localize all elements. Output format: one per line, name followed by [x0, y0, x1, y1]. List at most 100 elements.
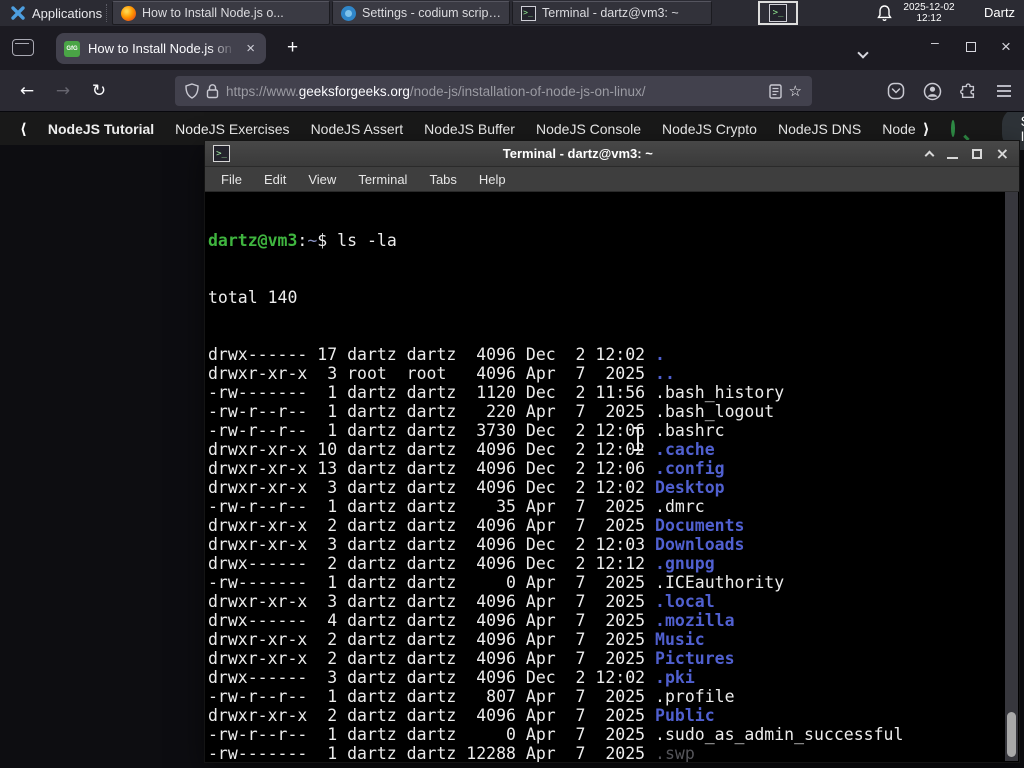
nav-scroll-left-icon[interactable]: ⟨ [20, 120, 27, 138]
taskbar-window-terminal[interactable]: >_ Terminal - dartz@vm3: ~ [512, 1, 712, 25]
terminal-scrollbar[interactable] [1005, 192, 1018, 761]
lock-icon[interactable] [206, 83, 219, 99]
terminal-line: -rw------- 1 dartz dartz 0 Apr 7 2025 .I… [208, 573, 785, 592]
nav-item-buffer[interactable]: NodeJS Buffer [424, 121, 515, 137]
terminal-command: ls -la [337, 231, 397, 250]
tray-terminal-icon[interactable]: >_ [758, 1, 798, 25]
reload-icon[interactable]: ↻ [86, 78, 112, 104]
applications-icon [11, 6, 25, 20]
terminal-line: drwxr-xr-x 3 dartz dartz 4096 Apr 7 2025… [208, 592, 715, 611]
browser-tab-bar: GfG How to Install Node.js on × + – × [0, 26, 1024, 70]
terminal-line: drwx------ 4 dartz dartz 4096 Apr 7 2025… [208, 611, 735, 630]
terminal-line: -rw------- 1 dartz dartz 1120 Dec 2 11:5… [208, 383, 785, 402]
pocket-icon[interactable] [884, 79, 908, 103]
terminal-line: drwxr-xr-x 13 dartz dartz 4096 Dec 2 12:… [208, 459, 725, 478]
nav-item-crypto[interactable]: NodeJS Crypto [662, 121, 757, 137]
forward-icon[interactable]: → [50, 78, 76, 104]
tab-title: How to Install Node.js on [88, 41, 236, 56]
terminal-line: drwx------ 17 dartz dartz 4096 Dec 2 12:… [208, 345, 665, 364]
menu-help[interactable]: Help [468, 169, 517, 190]
nav-item-assert[interactable]: NodeJS Assert [311, 121, 404, 137]
search-icon[interactable] [950, 120, 955, 137]
firefox-view-icon[interactable] [12, 39, 34, 56]
menu-tabs[interactable]: Tabs [418, 169, 467, 190]
terminal-icon: >_ [520, 5, 536, 21]
reader-mode-icon[interactable] [768, 83, 782, 99]
clock-date: 2025-12-02 [903, 2, 955, 13]
nav-item-console[interactable]: NodeJS Console [536, 121, 641, 137]
terminal-maximize-icon[interactable] [971, 148, 982, 159]
terminal-icon: >_ [769, 4, 787, 22]
terminal-shade-icon[interactable] [924, 150, 935, 161]
terminal-line: -rw-r--r-- 1 dartz dartz 3730 Dec 2 12:0… [208, 421, 725, 440]
list-all-tabs-icon[interactable] [856, 41, 870, 65]
nav-scroll-right-icon[interactable]: ⟩ [923, 120, 930, 138]
nav-tutorial-link[interactable]: NodeJS Tutorial [48, 121, 154, 137]
menu-hamburger-icon[interactable] [992, 79, 1016, 103]
url-bar[interactable]: https://www.geeksforgeeks.org/node-js/in… [175, 76, 812, 106]
shield-icon[interactable] [185, 83, 199, 99]
terminal-line: drwxr-xr-x 2 dartz dartz 4096 Apr 7 2025… [208, 516, 745, 535]
desktop: Applications How to Install Node.js o...… [0, 0, 1024, 768]
taskbar-window-codium[interactable]: Settings - codium script... [332, 1, 510, 25]
terminal-menubar: File Edit View Terminal Tabs Help [205, 167, 1019, 192]
clock-time: 12:12 [916, 13, 942, 24]
nav-item-truncated[interactable]: Node [882, 121, 915, 137]
taskbar-window-firefox[interactable]: How to Install Node.js o... [112, 1, 330, 25]
terminal-line: drwxr-xr-x 2 dartz dartz 4096 Apr 7 2025… [208, 630, 705, 649]
terminal-total-line: total 140 [208, 288, 298, 307]
terminal-line: drwxr-xr-x 3 root root 4096 Apr 7 2025 .… [208, 364, 675, 383]
clock[interactable]: 2025-12-02 12:12 [898, 2, 960, 24]
terminal-content[interactable]: dartz@vm3:~$ ls -la total 140 drwx------… [205, 192, 1019, 762]
terminal-line: -rw-r--r-- 1 dartz dartz 35 Apr 7 2025 .… [208, 497, 705, 516]
menu-file[interactable]: File [210, 169, 253, 190]
user-menu[interactable]: Dartz [984, 5, 1015, 20]
terminal-line: -rw-r--r-- 1 dartz dartz 220 Apr 7 2025 … [208, 402, 775, 421]
applications-menu[interactable]: Applications [4, 1, 108, 25]
back-icon[interactable]: ← [14, 78, 40, 104]
window-close-icon[interactable]: × [1001, 37, 1011, 57]
terminal-listing: drwx------ 17 dartz dartz 4096 Dec 2 12:… [208, 345, 1003, 762]
terminal-line: -rw------- 1 dartz dartz 12288 Apr 7 202… [208, 744, 695, 762]
terminal-line: drwxr-xr-x 3 dartz dartz 4096 Dec 2 12:0… [208, 478, 725, 497]
text-cursor [632, 427, 644, 451]
nav-item-dns[interactable]: NodeJS DNS [778, 121, 861, 137]
vscodium-icon [340, 5, 356, 21]
terminal-prompt-line: dartz@vm3:~$ ls -la [208, 231, 397, 250]
terminal-line: drwx------ 3 dartz dartz 4096 Dec 2 12:0… [208, 668, 695, 687]
terminal-line: drwxr-xr-x 10 dartz dartz 4096 Dec 2 12:… [208, 440, 715, 459]
account-icon[interactable] [920, 79, 944, 103]
new-tab-button[interactable]: + [281, 37, 304, 59]
terminal-line: drwxr-xr-x 3 dartz dartz 4096 Dec 2 12:0… [208, 535, 745, 554]
tab-close-icon[interactable]: × [243, 39, 258, 58]
extensions-icon[interactable] [956, 79, 980, 103]
terminal-line: -rw-r--r-- 1 dartz dartz 807 Apr 7 2025 … [208, 687, 735, 706]
applications-label: Applications [32, 5, 103, 21]
terminal-icon: >_ [213, 145, 230, 162]
terminal-window: >_ Terminal - dartz@vm3: ~ × File Edit V… [204, 140, 1020, 763]
panel-separator [106, 4, 107, 22]
terminal-line: drwxr-xr-x 2 dartz dartz 4096 Apr 7 2025… [208, 706, 715, 725]
menu-edit[interactable]: Edit [253, 169, 297, 190]
menu-terminal[interactable]: Terminal [347, 169, 418, 190]
terminal-minimize-icon[interactable] [946, 156, 958, 159]
terminal-scrollbar-thumb[interactable] [1007, 712, 1016, 757]
bookmark-star-icon[interactable]: ☆ [789, 82, 802, 100]
nav-item-exercises[interactable]: NodeJS Exercises [175, 121, 289, 137]
window-maximize-icon[interactable] [966, 42, 976, 52]
terminal-line: drwx------ 2 dartz dartz 4096 Dec 2 12:1… [208, 554, 715, 573]
url-text: https://www.geeksforgeeks.org/node-js/in… [226, 83, 646, 99]
terminal-title: Terminal - dartz@vm3: ~ [502, 146, 653, 161]
window-minimize-icon[interactable]: – [931, 34, 939, 50]
terminal-line: drwxr-xr-x 2 dartz dartz 4096 Apr 7 2025… [208, 649, 735, 668]
browser-toolbar: ← → ↻ https://www.geeksforgeeks.org/node… [0, 70, 1024, 112]
firefox-icon [120, 5, 136, 21]
tab-active[interactable]: GfG How to Install Node.js on × [56, 33, 266, 64]
terminal-titlebar[interactable]: >_ Terminal - dartz@vm3: ~ × [205, 141, 1019, 167]
gfg-favicon: GfG [64, 40, 80, 57]
terminal-line: -rw-r--r-- 1 dartz dartz 0 Apr 7 2025 .s… [208, 725, 904, 744]
notifications-bell-icon[interactable] [876, 4, 893, 22]
terminal-close-icon[interactable]: × [996, 145, 1009, 162]
top-panel: Applications How to Install Node.js o...… [0, 0, 1024, 26]
menu-view[interactable]: View [297, 169, 347, 190]
